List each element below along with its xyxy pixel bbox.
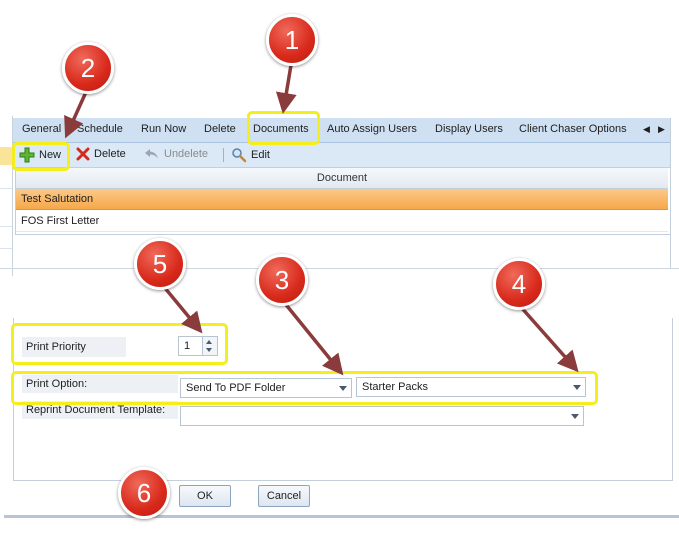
edit-button-label: Edit xyxy=(251,149,270,161)
panel-right-border xyxy=(670,118,671,268)
magnifier-icon xyxy=(232,148,247,163)
reprint-document-template-select[interactable] xyxy=(180,406,584,426)
ok-button[interactable]: OK xyxy=(179,485,231,507)
callout-1: 1 xyxy=(266,14,318,66)
callout-6: 6 xyxy=(118,467,170,519)
undelete-button[interactable]: Undelete xyxy=(144,147,208,161)
section-divider xyxy=(0,268,679,269)
dialog-bottom-border xyxy=(4,515,679,518)
highlight-print-option xyxy=(11,371,598,405)
tab-client-chaser-options[interactable]: Client Chaser Options xyxy=(519,123,627,135)
undelete-button-label: Undelete xyxy=(164,148,209,160)
left-nav-strip xyxy=(0,116,13,276)
highlight-new-button xyxy=(12,142,70,171)
tab-display-users[interactable]: Display Users xyxy=(435,123,503,135)
tab-scroll-right-icon[interactable]: ▶ xyxy=(658,124,665,135)
chevron-down-icon[interactable] xyxy=(571,414,579,419)
left-strip-divider xyxy=(0,248,12,249)
callout-3: 3 xyxy=(256,254,308,306)
tab-strip: General Schedule Run Now Delete Document… xyxy=(13,118,671,143)
cancel-button[interactable]: Cancel xyxy=(258,485,310,507)
red-x-icon xyxy=(76,147,90,161)
callout-5: 5 xyxy=(134,238,186,290)
highlight-print-priority xyxy=(11,323,228,365)
callout-4: 4 xyxy=(493,258,545,310)
table-row[interactable]: FOS First Letter xyxy=(16,211,668,232)
undo-arrow-icon xyxy=(145,149,158,159)
tab-scroll-left-icon[interactable]: ◀ xyxy=(643,124,650,135)
tab-run-now[interactable]: Run Now xyxy=(141,123,186,135)
left-strip-selected xyxy=(0,147,12,165)
tab-delete[interactable]: Delete xyxy=(204,123,236,135)
edit-button[interactable]: Edit xyxy=(231,147,270,163)
highlight-documents-tab xyxy=(247,111,320,145)
tab-schedule[interactable]: Schedule xyxy=(77,123,123,135)
tab-auto-assign-users[interactable]: Auto Assign Users xyxy=(327,123,417,135)
tab-general[interactable]: General xyxy=(22,123,61,135)
table-row[interactable]: Test Salutation xyxy=(16,189,668,210)
left-strip-divider xyxy=(0,188,12,189)
toolbar: New Delete Undelete Edit xyxy=(13,143,671,168)
callout-2: 2 xyxy=(62,42,114,94)
delete-button[interactable]: Delete xyxy=(76,147,126,161)
toolbar-separator xyxy=(223,148,224,162)
delete-button-label: Delete xyxy=(94,148,126,160)
grid-column-header-document[interactable]: Document xyxy=(16,168,668,189)
left-strip-divider xyxy=(0,226,12,227)
